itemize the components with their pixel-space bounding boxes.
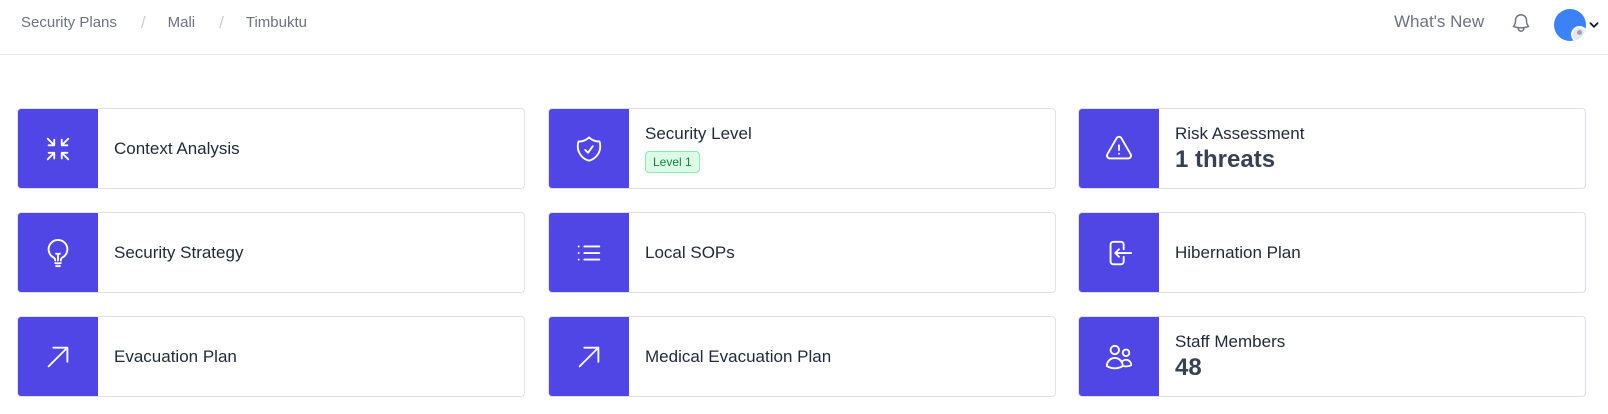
breadcrumb: Security Plans / Mali / Timbuktu [21,0,307,45]
card-local-sops[interactable]: Local SOPs [548,212,1056,293]
breadcrumb-security-plans[interactable]: Security Plans [21,14,117,31]
card-title: Hibernation Plan [1175,242,1301,262]
lightbulb-icon [47,238,69,267]
arrow-up-right-icon [47,346,69,367]
card-tile [1079,317,1159,396]
card-tile [1079,109,1159,188]
breadcrumb-separator: / [140,12,146,32]
avatar-badge [1571,26,1586,41]
card-title: Security Strategy [114,242,244,262]
avatar[interactable] [1554,9,1586,41]
card-tile [18,213,98,292]
card-tile [549,317,629,396]
whats-new-link[interactable]: What's New [1394,12,1484,32]
card-title: Risk Assessment [1175,123,1305,143]
breadcrumb-country[interactable]: Mali [168,14,196,31]
security-level-badge: Level 1 [645,151,700,173]
arrow-up-right-icon [578,346,600,367]
card-tile [18,317,98,396]
card-title: Context Analysis [114,138,240,158]
warning-triangle-icon [1106,135,1132,159]
card-staff-members[interactable]: Staff Members 48 [1078,316,1586,397]
top-bar: Security Plans / Mali / Timbuktu What's … [0,0,1608,55]
breadcrumb-location[interactable]: Timbuktu [246,14,307,31]
card-evacuation-plan[interactable]: Evacuation Plan [17,316,525,397]
card-title: Security Level [645,124,752,143]
card-tile [549,213,629,292]
chevron-down-icon[interactable] [1589,20,1599,30]
card-security-level[interactable]: Security Level Level 1 [548,108,1056,189]
card-title: Medical Evacuation Plan [645,346,832,366]
card-risk-assessment[interactable]: Risk Assessment 1 threats [1078,108,1586,189]
list-icon [577,245,601,261]
compress-arrows-icon [46,137,70,160]
card-security-strategy[interactable]: Security Strategy [17,212,525,293]
card-tile [18,109,98,188]
bell-icon[interactable] [1510,12,1532,34]
card-title: Evacuation Plan [114,346,237,366]
card-tile [549,109,629,188]
card-title: Staff Members [1175,331,1286,351]
staff-count: 48 [1175,353,1202,381]
card-hibernation-plan[interactable]: Hibernation Plan [1078,212,1586,293]
breadcrumb-separator: / [219,12,224,32]
login-arrow-icon [1109,240,1133,265]
threat-count: 1 threats [1175,145,1276,173]
card-context-analysis[interactable]: Context Analysis [17,108,525,189]
card-tile [1079,213,1159,292]
user-menu[interactable] [1554,8,1600,42]
users-icon [1105,344,1133,369]
card-title: Local SOPs [645,242,735,262]
card-medical-evacuation-plan[interactable]: Medical Evacuation Plan [548,316,1056,397]
shield-check-icon [576,135,602,162]
